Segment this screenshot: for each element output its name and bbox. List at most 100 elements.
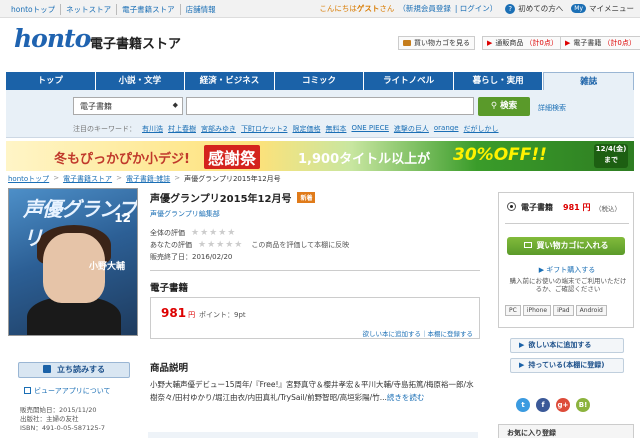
banner-text-discount: 30%OFF!! xyxy=(453,145,547,165)
sales-end-date: 販売終了日：2016/02/20 xyxy=(150,253,233,261)
nav-ebook-store[interactable]: 電子書籍ストア xyxy=(117,4,181,15)
search-button[interactable]: ⚲ 検索 xyxy=(478,97,530,116)
twitter-icon[interactable]: t xyxy=(516,398,530,412)
gift-purchase-link[interactable]: ▶ ギフト購入する xyxy=(499,265,635,275)
updown-chevron-icon: ◆ xyxy=(172,101,178,109)
honto-logo[interactable]: honto xyxy=(14,24,91,53)
my-rating-stars[interactable]: ★★★★★ xyxy=(198,240,243,250)
banner-text-thanks: 感謝祭 xyxy=(204,145,261,169)
keyword-link[interactable]: 限定価格 xyxy=(292,124,320,134)
rating-stars: ★★★★★ xyxy=(191,228,237,238)
search-input[interactable] xyxy=(186,97,474,115)
device-note: 購入前にお使いの端末でご利用いただけるか、ご確認ください xyxy=(509,277,627,293)
price: 981 円 xyxy=(161,306,196,320)
greeting: こんにちはゲストさん xyxy=(319,4,395,13)
tab-top[interactable]: トップ xyxy=(6,72,96,90)
author-link[interactable]: 声優グランプリ編集部 xyxy=(150,209,220,219)
wishlist-bookshelf-links[interactable]: 欲しい本に追加する｜本棚に登録する xyxy=(363,328,474,338)
favorites-header: お気に入り登録 xyxy=(498,424,634,438)
advanced-search-link[interactable]: 詳細検索 xyxy=(538,103,566,113)
rating-note: この商品を評価して本棚に反映 xyxy=(251,241,350,249)
tab-lifestyle[interactable]: 暮らし・実用 xyxy=(453,72,544,90)
format-heading: 電子書籍 xyxy=(150,283,189,294)
pub-date: 販売開始日：2015/11/20 xyxy=(20,406,97,414)
add-to-cart-button[interactable]: 買い物カゴに入れる xyxy=(507,237,625,255)
keyword-link[interactable]: 下町ロケット2 xyxy=(241,124,287,134)
tab-comic[interactable]: コミック xyxy=(274,72,365,90)
book-cover-image[interactable]: 声優グランプリ 12 小野大輔 xyxy=(8,188,138,336)
hatena-icon[interactable]: B! xyxy=(576,398,590,412)
first-time-link[interactable]: 初めての方へ xyxy=(518,3,563,14)
add-wishlist-button[interactable]: ▶ 欲しい本に追加する xyxy=(510,338,624,353)
cart-icon xyxy=(403,40,411,46)
keywords-label: 注目のキーワード： xyxy=(73,125,136,133)
publication-info: 販売開始日：2015/11/20 出版社：主婦の友社 ISBN：491-0-05… xyxy=(20,406,105,433)
product-description: 小野大輔声優デビュー15周年/『Free!』宮野真守＆櫻井孝宏＆平川大輔/寺島拓… xyxy=(150,380,474,402)
search-scope-select[interactable]: 電子書籍 ◆ xyxy=(73,97,183,115)
search-icon: ⚲ xyxy=(490,101,501,111)
device-icon xyxy=(24,387,31,394)
user-area: こんにちはゲストさん （新規会員登録 | ログイン） ? 初めての方へ My マ… xyxy=(319,3,634,14)
device-iphone: iPhone xyxy=(522,305,552,316)
read-more-link[interactable]: 続きを読む xyxy=(387,393,425,402)
cover-name: 小野大輔 xyxy=(89,262,126,272)
tab-novel[interactable]: 小説・文学 xyxy=(95,72,186,90)
breadcrumb-ebook-store[interactable]: 電子書籍ストア xyxy=(63,174,112,184)
tax-note: （税込） xyxy=(595,205,621,213)
nav-honto-top[interactable]: hontoトップ xyxy=(6,4,62,15)
keyword-link[interactable]: 有川浩 xyxy=(142,124,163,134)
cover-issue-number: 12 xyxy=(114,211,131,225)
breadcrumb: hontoトップ > 電子書籍ストア > 電子書籍:雑誌 > 声優グランプリ2015年… xyxy=(8,174,281,184)
preview-read-button[interactable]: 立ち読みする xyxy=(18,362,130,378)
book-icon xyxy=(43,365,51,373)
question-icon: ? xyxy=(505,3,516,14)
device-android: Android xyxy=(575,305,607,316)
device-ipad: iPad xyxy=(553,305,574,316)
keyword-link[interactable]: 宮部みゆき xyxy=(201,124,236,134)
keyword-link[interactable]: 進撃の巨人 xyxy=(394,124,429,134)
bottom-section-bar xyxy=(148,432,478,438)
keyword-link[interactable]: ONE PIECE xyxy=(351,124,388,134)
arrow-right-icon: ▶ xyxy=(519,341,525,349)
google-plus-icon[interactable]: g+ xyxy=(556,398,570,412)
breadcrumb-honto-top[interactable]: hontoトップ xyxy=(8,174,49,184)
keyword-link[interactable]: だがしかし xyxy=(464,124,499,134)
tab-light-novel[interactable]: ライトノベル xyxy=(364,72,454,90)
price-box: 981 円 ポイント：9pt 欲しい本に追加する｜本棚に登録する xyxy=(150,297,480,339)
keyword-link[interactable]: 村上春樹 xyxy=(168,124,196,134)
description-heading: 商品説明 xyxy=(150,363,189,374)
trending-keywords: 注目のキーワード： 有川浩 村上春樹 宮部みゆき 下町ロケット2 限定価格 無料… xyxy=(73,124,504,134)
global-nav: hontoトップ ネットストア 電子書籍ストア 店舗情報 xyxy=(6,4,221,15)
arrow-right-icon: ▶ xyxy=(519,361,525,369)
top-utility-bar: hontoトップ ネットストア 電子書籍ストア 店舗情報 こんにちはゲストさん … xyxy=(0,0,640,18)
facebook-icon[interactable]: f xyxy=(536,398,550,412)
mailorder-cart-link[interactable]: ▶ 通販商品 （計0点） xyxy=(482,36,563,50)
breadcrumb-magazine[interactable]: 電子書籍:雑誌 xyxy=(126,174,170,184)
isbn: ISBN：491-0-05-587125-7 xyxy=(20,424,106,432)
overall-rating: 全体の評価 ★★★★★ xyxy=(150,228,237,238)
tab-business[interactable]: 経済・ビジネス xyxy=(185,72,275,90)
category-tabs: トップ 小説・文学 経済・ビジネス コミック ライトノベル 暮らし・実用 雑誌 xyxy=(6,72,635,90)
purchase-price: 981 円 xyxy=(563,203,591,212)
banner-date-badge: 12/4(金) まで xyxy=(594,144,628,168)
promo-banner[interactable]: 冬もぴっかぴか小デジ! 感謝祭 1,900タイトル以上が 30%OFF!! 12… xyxy=(6,141,634,171)
arrow-right-icon: ▶ xyxy=(487,39,493,47)
device-pc: PC xyxy=(505,305,521,316)
nav-shop-info[interactable]: 店舗情報 xyxy=(181,4,221,15)
own-book-button[interactable]: ▶ 持っている(本棚に登録) xyxy=(510,358,624,373)
viewer-app-link[interactable]: ビューアアプリについて xyxy=(24,386,111,396)
view-cart-button[interactable]: 買い物カゴを見る xyxy=(398,36,475,50)
keyword-link[interactable]: orange xyxy=(434,124,459,134)
my-icon: My xyxy=(571,4,586,13)
banner-text-campaign: 冬もぴっかぴか小デジ! xyxy=(54,152,190,167)
ebook-cart-link[interactable]: ▶ 電子書籍 （計0点） xyxy=(560,36,640,50)
format-radio[interactable] xyxy=(507,202,516,211)
nav-net-store[interactable]: ネットストア xyxy=(61,4,118,15)
my-rating: あなたの評価 ★★★★★ この商品を評価して本棚に反映 xyxy=(150,240,350,250)
login-link[interactable]: | ログイン） xyxy=(455,3,497,14)
keyword-link[interactable]: 無料本 xyxy=(325,124,346,134)
register-link[interactable]: （新規会員登録 xyxy=(398,3,451,14)
tab-magazine[interactable]: 雑誌 xyxy=(543,72,635,90)
my-menu-link[interactable]: マイメニュー xyxy=(589,3,634,14)
purchase-panel: 電子書籍 981 円 （税込） 買い物カゴに入れる ▶ ギフト購入する 購入前に… xyxy=(498,192,634,328)
